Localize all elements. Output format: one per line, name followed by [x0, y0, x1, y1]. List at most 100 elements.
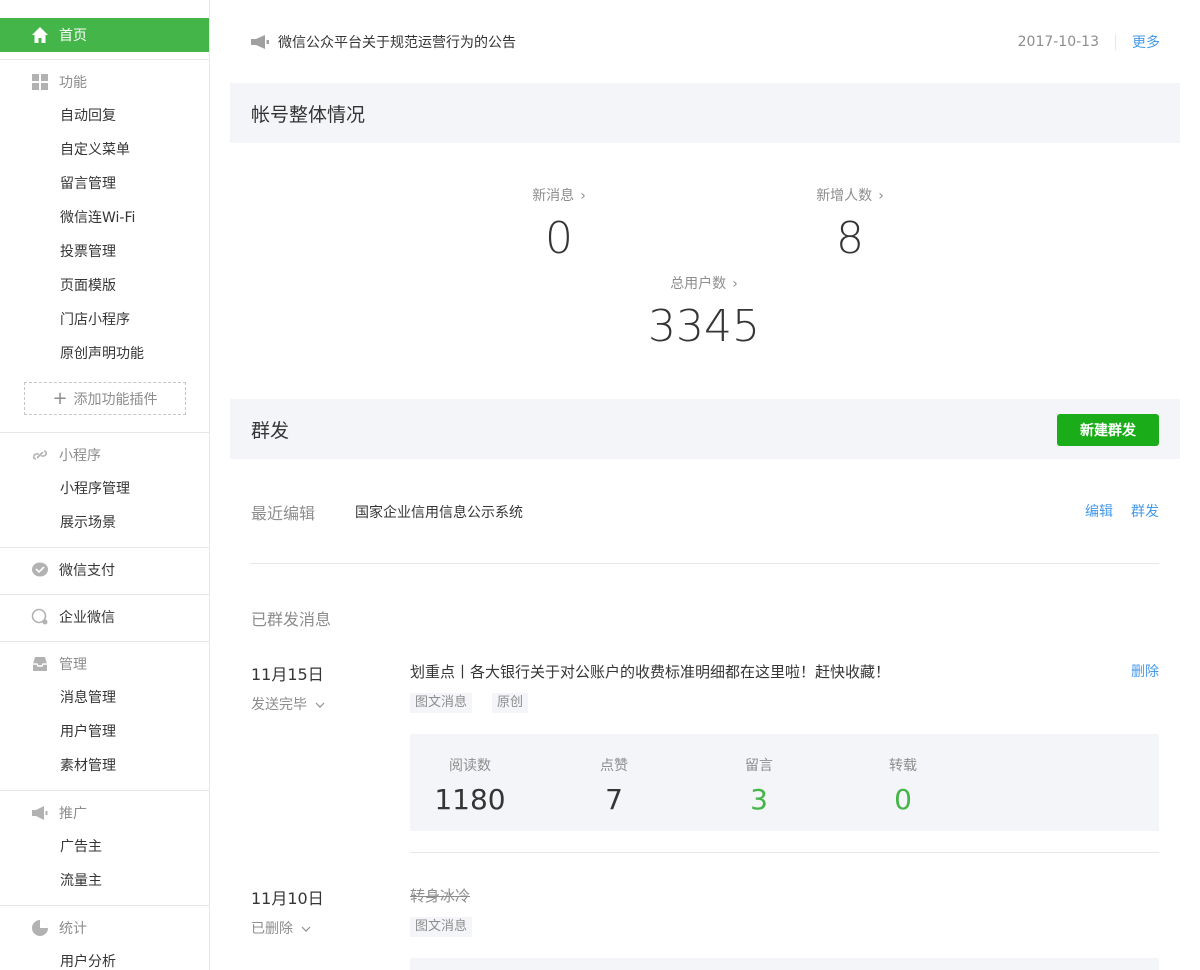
stat-label: 转载 [889, 758, 917, 774]
divider [0, 905, 209, 906]
stat-reposts[interactable]: 转载 0 [843, 755, 963, 816]
sidebar-item-wifi[interactable]: 微信连Wi-Fi [60, 207, 135, 229]
chevron-down-icon [315, 697, 325, 713]
divider [0, 59, 209, 60]
recent-edit-label: 最近编辑 [251, 504, 316, 523]
stat-value: 1180 [434, 783, 506, 816]
sidebar-item-page-templates[interactable]: 页面模版 [60, 275, 116, 297]
sidebar-item-label: 首页 [59, 28, 87, 44]
message-tag: 图文消息 [410, 917, 473, 937]
stat-value: 0 [894, 783, 912, 816]
stat-reads: 阅读数 1180 [410, 755, 530, 816]
mass-send-title: 群发 [251, 419, 290, 442]
message-title: 转身冰冷 [410, 887, 471, 905]
stat-label-text: 新消息 [532, 188, 575, 204]
message-stats-panel: 阅读数 1180 点赞 7 留言 3 转载 0 [410, 734, 1159, 831]
sidebar-item-miniprogram-manage[interactable]: 小程序管理 [60, 478, 130, 500]
divider [0, 641, 209, 642]
divider [0, 594, 209, 595]
stat-total-users[interactable]: 总用户数 › 3345 [624, 273, 784, 351]
sidebar-item-home[interactable]: 首页 [0, 18, 209, 52]
sidebar: 首页 功能 自动回复 自定义菜单 留言管理 微信连Wi-Fi 投票管理 页面模版… [0, 0, 210, 970]
stat-comments[interactable]: 留言 3 [699, 755, 819, 816]
divider [0, 790, 209, 791]
stat-label-text: 新增人数 [816, 188, 873, 204]
stat-new-messages[interactable]: 新消息 › 0 [479, 185, 639, 263]
message-tag: 图文消息 [410, 693, 473, 713]
sidebar-section-promote[interactable]: 推广 [31, 802, 87, 824]
stat-label: 总用户数 › [624, 273, 784, 293]
sidebar-item-comments[interactable]: 留言管理 [60, 173, 116, 195]
stat-new-followers[interactable]: 新增人数 › 8 [770, 185, 930, 263]
plus-icon: + [52, 387, 68, 409]
mass-send-header: 群发 [230, 399, 1180, 459]
link-icon [31, 446, 49, 464]
overview-title: 帐号整体情况 [251, 103, 366, 126]
sidebar-item-user-analytics[interactable]: 用户分析 [60, 951, 116, 970]
sidebar-section-work-wechat[interactable]: 企业微信 [31, 606, 115, 628]
new-mass-send-button[interactable]: 新建群发 [1057, 414, 1159, 446]
megaphone-icon [31, 804, 49, 822]
stat-label: 阅读数 [449, 758, 491, 774]
sidebar-item-votes[interactable]: 投票管理 [60, 241, 116, 263]
sidebar-item-advertiser[interactable]: 广告主 [60, 836, 102, 858]
chevron-right-icon: › [878, 188, 884, 204]
message-date: 11月10日 [251, 889, 324, 908]
divider [410, 852, 1159, 853]
sent-messages-heading: 已群发消息 [251, 610, 332, 629]
message-status-dropdown[interactable]: 已删除 [251, 918, 311, 938]
section-label: 管理 [59, 657, 87, 673]
sidebar-section-pay[interactable]: 微信支付 [31, 559, 115, 581]
sidebar-section-stats[interactable]: 统计 [31, 917, 87, 939]
sidebar-item-auto-reply[interactable]: 自动回复 [60, 105, 116, 127]
stat-label: 新增人数 › [770, 185, 930, 205]
stat-label: 留言 [745, 758, 773, 774]
notice-date: 2017-10-13 [1018, 34, 1116, 50]
message-tag: 原创 [492, 693, 529, 713]
delete-link[interactable]: 删除 [1131, 661, 1159, 681]
grid-icon [31, 73, 49, 91]
stat-value: 7 [605, 783, 623, 816]
send-link[interactable]: 群发 [1131, 501, 1159, 521]
add-plugin-label: 添加功能插件 [73, 391, 158, 408]
sidebar-item-materials[interactable]: 素材管理 [60, 755, 116, 777]
sidebar-section-manage[interactable]: 管理 [31, 653, 87, 675]
message-stats-panel [410, 958, 1159, 970]
divider [0, 547, 209, 548]
edit-link[interactable]: 编辑 [1085, 501, 1113, 521]
message-status-dropdown[interactable]: 发送完毕 [251, 694, 325, 714]
sidebar-section-features[interactable]: 功能 [31, 71, 87, 93]
divider [250, 563, 1159, 564]
section-label: 推广 [59, 806, 87, 822]
divider [0, 432, 209, 433]
stat-value: 3 [750, 783, 768, 816]
sidebar-item-publisher[interactable]: 流量主 [60, 870, 102, 892]
overview-header: 帐号整体情况 [230, 83, 1180, 143]
sidebar-item-users[interactable]: 用户管理 [60, 721, 116, 743]
wechat-pay-icon [31, 561, 49, 579]
pie-chart-icon [31, 919, 49, 937]
notice-title[interactable]: 微信公众平台关于规范运营行为的公告 [278, 32, 1018, 52]
stat-value: 3345 [648, 301, 760, 352]
sidebar-item-display-scenes[interactable]: 展示场景 [60, 512, 116, 534]
stat-label: 新消息 › [479, 185, 639, 205]
sidebar-item-original-declaration[interactable]: 原创声明功能 [60, 343, 144, 365]
section-label: 功能 [59, 75, 87, 91]
home-icon [31, 26, 49, 44]
message-status-text: 发送完毕 [251, 697, 307, 713]
sidebar-item-messages[interactable]: 消息管理 [60, 687, 116, 709]
notice-more-link[interactable]: 更多 [1116, 32, 1160, 52]
page: 首页 功能 自动回复 自定义菜单 留言管理 微信连Wi-Fi 投票管理 页面模版… [0, 0, 1200, 970]
chevron-right-icon: › [732, 276, 738, 292]
stat-value: 0 [545, 213, 573, 264]
sidebar-item-custom-menu[interactable]: 自定义菜单 [60, 139, 130, 161]
sidebar-section-miniprogram[interactable]: 小程序 [31, 444, 101, 466]
stat-value: 8 [836, 213, 864, 264]
recent-edit-title[interactable]: 国家企业信用信息公示系统 [355, 502, 523, 522]
chevron-right-icon: › [580, 188, 586, 204]
add-plugin-button[interactable]: + 添加功能插件 [24, 382, 186, 415]
notice-bar: 微信公众平台关于规范运营行为的公告 2017-10-13 更多 [250, 28, 1160, 56]
message-title[interactable]: 划重点丨各大银行关于对公账户的收费标准明细都在这里啦！赶快收藏！ [410, 661, 890, 682]
sidebar-item-store-miniprogram[interactable]: 门店小程序 [60, 309, 130, 331]
stat-label: 点赞 [600, 758, 628, 774]
